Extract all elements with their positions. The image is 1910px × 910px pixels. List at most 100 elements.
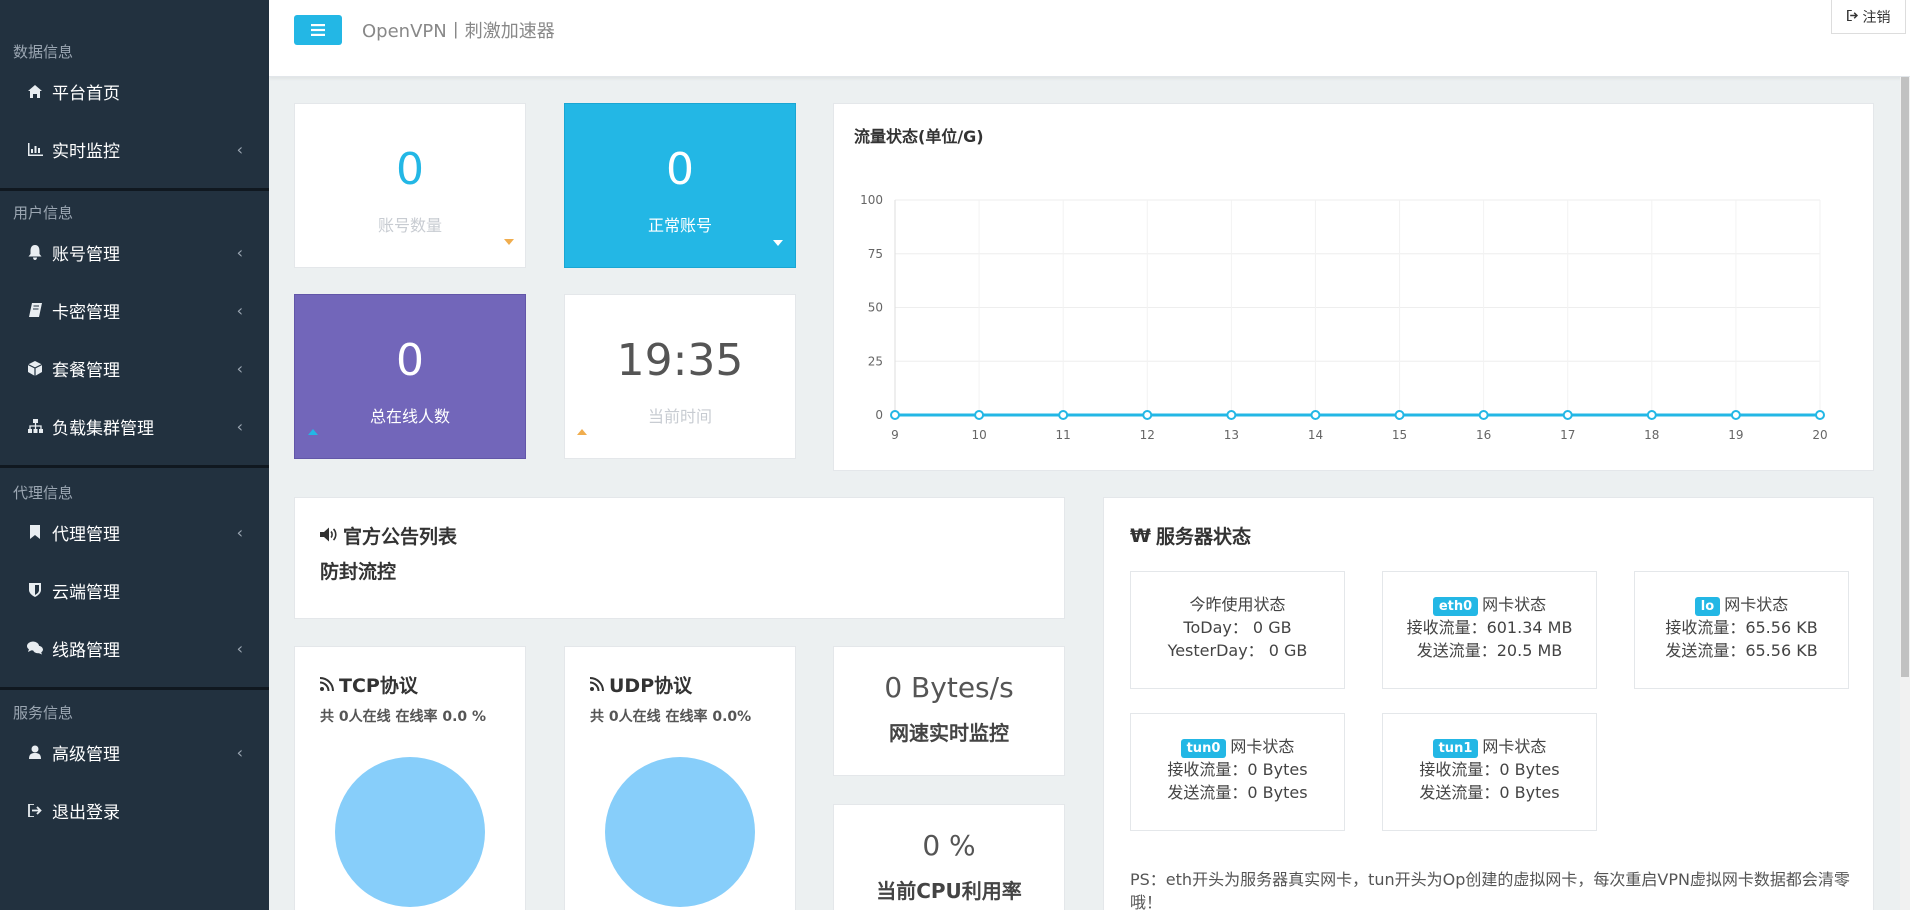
chart-data-point [1562,410,1573,420]
scrollbar-thumb[interactable] [1901,77,1909,677]
chart-data-point [1310,410,1321,420]
nic-tx: 发送流量：65.56 KB [1665,641,1818,660]
cube-icon [25,360,45,376]
nic-suffix: 网卡状态 [1482,595,1547,614]
stat-value: 0 [396,144,424,195]
chart-x-tick-label: 17 [1560,428,1575,442]
sidebar-item-load-cluster[interactable]: 负载集群管理 ‹ [0,397,269,455]
menu-toggle-button[interactable] [294,15,342,45]
top-bar: OpenVPN丨刺激加速器 注销 [269,0,1910,77]
chart-x-tick-label: 19 [1728,428,1743,442]
chevron-left-icon: ‹ [236,242,243,262]
chart-y-tick-label: 50 [868,301,883,315]
sidebar-item-label: 账号管理 [52,244,120,265]
chart-data-point [1226,410,1237,420]
caret-down-icon [504,239,514,245]
cpu-label: 当前CPU利用率 [876,879,1022,903]
sidebar-item-realtime-monitor[interactable]: 实时监控 ‹ [0,120,269,178]
usage-yesterday: YesterDay： 0 GB [1167,641,1308,660]
stat-value: 0 [666,144,694,195]
chart-y-tick-label: 100 [860,193,883,207]
speed-label: 网速实时监控 [889,721,1009,745]
stat-label: 正常账号 [647,216,712,235]
nic-tx: 发送流量：20.5 MB [1416,641,1563,660]
stat-card-normal-accounts: 0 正常账号 [564,103,796,268]
udp-title: UDP协议 [609,675,693,697]
chart-y-tick-label: 0 [875,408,883,422]
announcement-panel: 官方公告列表 防封流控 [294,497,1065,619]
sidebar-item-packages[interactable]: 套餐管理 ‹ [0,339,269,397]
logout-button[interactable]: 注销 [1831,0,1906,34]
sidebar-item-agents[interactable]: 代理管理 ‹ [0,503,269,561]
stat-label: 当前时间 [647,407,712,426]
shield-icon [25,583,45,597]
udp-header: UDP协议 [589,671,693,698]
bar-chart-icon [25,142,45,156]
sidebar-item-routes[interactable]: 线路管理 ‹ [0,619,269,677]
server-status-panel: ₩ 服务器状态 今昨使用状态 ToDay： 0 GB YesterDay： 0 … [1103,497,1874,910]
bars-icon [311,21,325,40]
chart-x-tick-label: 12 [1140,428,1155,442]
app-title: OpenVPN丨刺激加速器 [362,21,555,42]
sidebar-item-cloud[interactable]: 云端管理 [0,561,269,619]
sidebar-item-label: 负载集群管理 [52,418,154,439]
sidebar-item-cards[interactable]: 卡密管理 ‹ [0,281,269,339]
sidebar-section-header: 代理信息 [13,484,74,502]
sitemap-icon [25,419,45,433]
speed-panel: 0 Bytes/s 网速实时监控 [833,646,1065,776]
udp-panel: UDP协议 共 0人在线 在线率 0.0% [564,646,796,910]
sidebar-item-label: 退出登录 [52,802,120,823]
tcp-pie-chart [335,757,485,907]
chart-x-tick-label: 14 [1308,428,1323,442]
chart-data-point [890,410,900,420]
sidebar-item-label: 云端管理 [52,582,120,603]
tcp-stats: 共 0人在线 在线率 0.0 % [320,709,487,725]
chart-data-point [1646,410,1657,420]
won-icon: ₩ [1130,524,1151,547]
stat-card-time: 19:35 当前时间 [564,294,796,459]
sidebar: 数据信息 平台首页 实时监控 ‹ 用户信息 账号管理 ‹ 卡密管理 ‹ 套餐管理… [0,0,269,910]
caret-up-icon [308,429,318,435]
chart-data-point [1142,410,1153,420]
nic-box-tun1: tun1 网卡状态 接收流量：0 Bytes 发送流量：0 Bytes [1382,713,1597,831]
nic-rx: 接收流量：601.34 MB [1406,618,1573,637]
nic-suffix: 网卡状态 [1482,737,1547,756]
sidebar-item-home[interactable]: 平台首页 [0,62,269,120]
sidebar-item-label: 卡密管理 [52,302,120,323]
user-icon [25,745,45,759]
chevron-left-icon: ‹ [236,638,243,658]
book-icon [25,303,45,317]
stat-card-online: 0 总在线人数 [294,294,526,459]
stat-label: 账号数量 [377,216,442,235]
comments-icon [25,641,45,655]
chevron-left-icon: ‹ [236,358,243,378]
sidebar-item-logout[interactable]: 退出登录 [0,781,269,839]
nic-suffix: 网卡状态 [1724,595,1789,614]
nic-rx: 接收流量：0 Bytes [1419,760,1560,779]
server-note: PS：eth开头为服务器真实网卡，tun开头为Op创建的虚拟网卡，每次重启VPN… [1130,870,1850,910]
sidebar-section-header: 用户信息 [13,204,74,222]
traffic-line-chart: 0 25 50 75 100 9 10 11 12 13 14 15 16 17 18 19 20 [860,193,1828,442]
chevron-left-icon: ‹ [236,742,243,762]
nic-badge: tun0 [1180,739,1227,758]
sidebar-item-advanced[interactable]: 高级管理 ‹ [0,723,269,781]
traffic-chart-panel: 流量状态(单位/G) 0 25 50 75 100 9 10 11 12 13 14 15 16 17 18… [833,103,1874,471]
stat-card-accounts: 0 账号数量 [294,103,526,268]
tcp-panel: TCP协议 共 0人在线 在线率 0.0 % [294,646,526,910]
bookmark-icon [25,525,45,539]
announcement-title: 官方公告列表 [343,526,458,548]
sidebar-item-accounts[interactable]: 账号管理 ‹ [0,223,269,281]
sidebar-item-label: 实时监控 [52,141,120,162]
nic-box-tun0: tun0 网卡状态 接收流量：0 Bytes 发送流量：0 Bytes [1130,713,1345,831]
logout-label: 注销 [1862,9,1891,26]
server-status-header: ₩ 服务器状态 [1130,522,1251,549]
caret-up-icon [577,429,587,435]
cpu-panel: 0 % 当前CPU利用率 [833,804,1065,910]
chevron-left-icon: ‹ [236,139,243,159]
nic-badge: eth0 [1432,597,1479,616]
tcp-title: TCP协议 [339,675,418,697]
chart-x-tick-label: 15 [1392,428,1407,442]
chart-x-tick-label: 11 [1056,428,1071,442]
current-time: 19:35 [616,335,744,386]
